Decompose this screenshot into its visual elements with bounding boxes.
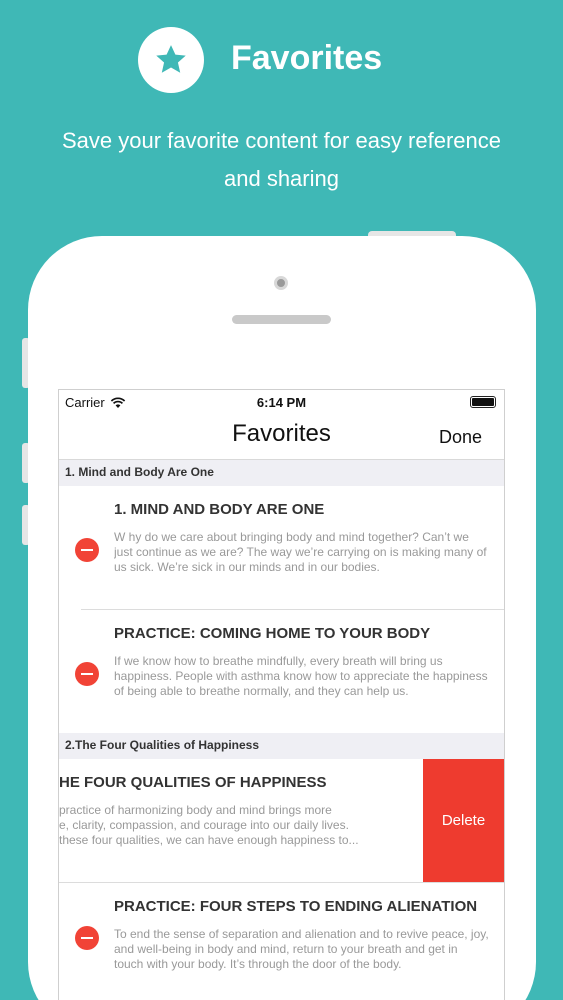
promo-title: Favorites	[231, 39, 383, 77]
list-item-excerpt: If we know how to breathe mindfully, eve…	[114, 654, 488, 698]
section-header: 2.The Four Qualities of Happiness	[59, 733, 504, 759]
nav-title: Favorites	[232, 420, 331, 447]
delete-minus-icon[interactable]	[75, 538, 99, 562]
list-item-title: 1. MIND AND BODY ARE ONE	[114, 501, 325, 518]
list-item-excerpt: To end the sense of separation and alien…	[114, 927, 489, 971]
phone-screen: Carrier 6:14 PM Favorites Done 1. Mind a…	[58, 389, 505, 1000]
list-item[interactable]: 1. MIND AND BODY ARE ONE W hy do we care…	[59, 486, 504, 609]
list-item[interactable]: PRACTICE: FOUR STEPS TO ENDING ALIENATIO…	[59, 883, 504, 1000]
navigation-bar: Favorites Done	[59, 414, 504, 460]
front-camera	[274, 276, 288, 290]
list-item-title: PRACTICE: FOUR STEPS TO ENDING ALIENATIO…	[114, 898, 478, 915]
star-icon	[156, 45, 186, 73]
list-item-content: HE FOUR QUALITIES OF HAPPINESS practice …	[59, 759, 424, 882]
excerpt-line: e, clarity, compassion, and courage into…	[59, 818, 349, 832]
excerpt-line: practice of harmonizing body and mind br…	[59, 803, 332, 817]
promo-subtitle-line: and sharing	[224, 166, 339, 191]
list-item-excerpt: W hy do we care about bringing body and …	[114, 530, 487, 574]
list-item-excerpt: practice of harmonizing body and mind br…	[59, 803, 399, 848]
status-time: 6:14 PM	[256, 395, 307, 410]
promo-subtitle: Save your favorite content for easy refe…	[30, 122, 533, 198]
promo-subtitle-line: Save your favorite content for easy refe…	[61, 128, 501, 153]
section-header: 1. Mind and Body Are One	[59, 460, 504, 486]
list-item-title: PRACTICE: COMING HOME TO YOUR BODY	[114, 625, 431, 642]
delete-button[interactable]: Delete	[423, 759, 504, 882]
favorites-badge	[138, 27, 204, 93]
delete-minus-icon[interactable]	[75, 926, 99, 950]
list-item[interactable]: PRACTICE: COMING HOME TO YOUR BODY If we…	[59, 610, 504, 733]
delete-minus-icon[interactable]	[75, 662, 99, 686]
status-bar: Carrier 6:14 PM	[59, 390, 504, 414]
done-button[interactable]: Done	[439, 427, 482, 448]
list-item-title: HE FOUR QUALITIES OF HAPPINESS	[59, 774, 327, 791]
excerpt-line: these four qualities, we can have enough…	[59, 833, 359, 847]
earpiece-speaker	[232, 315, 331, 324]
battery-icon	[470, 396, 496, 408]
list-item-swiped[interactable]: HE FOUR QUALITIES OF HAPPINESS practice …	[59, 759, 504, 882]
